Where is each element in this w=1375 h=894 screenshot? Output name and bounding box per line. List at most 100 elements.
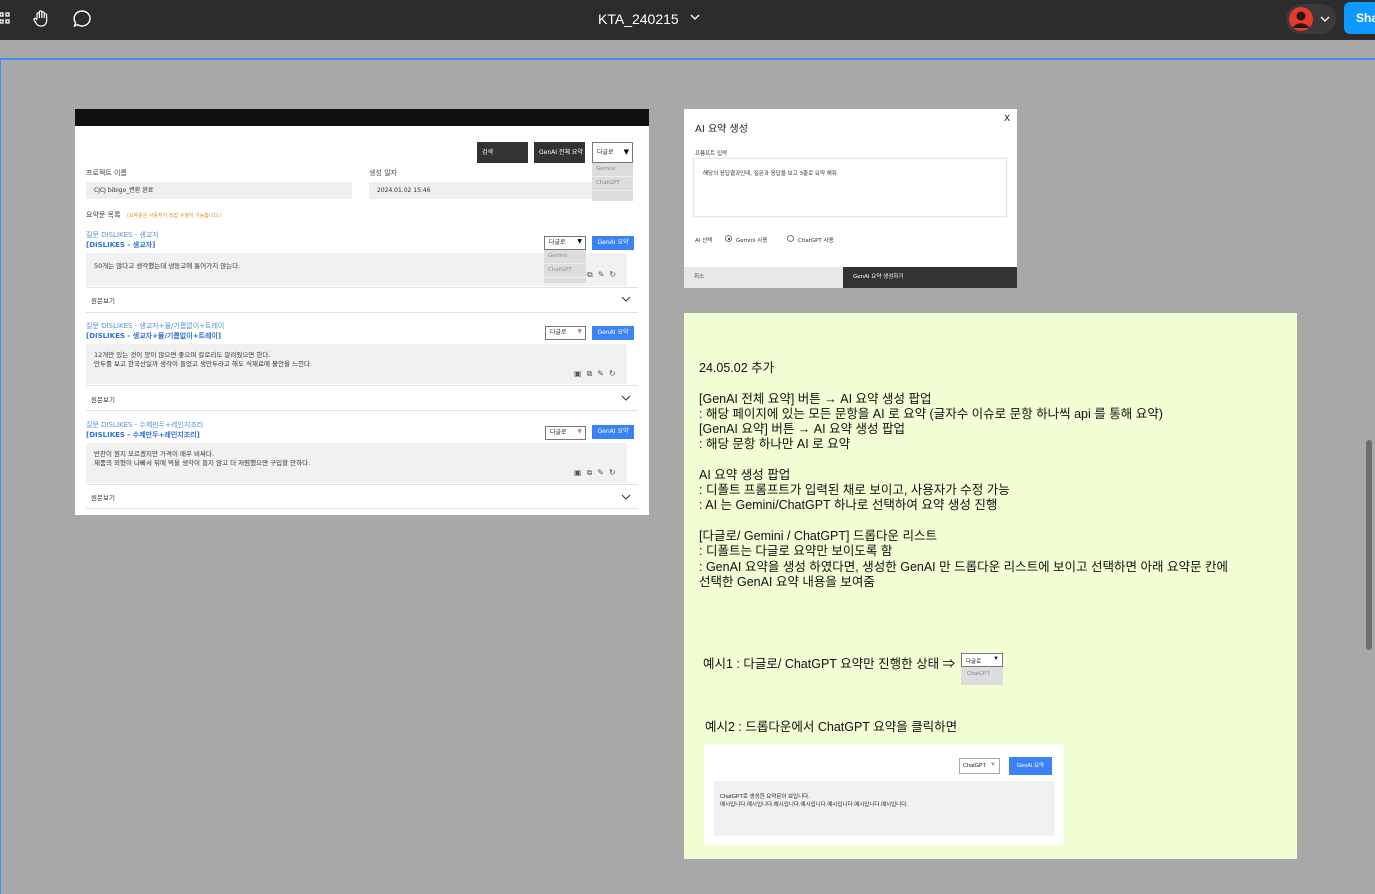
caret-down-icon: ▼ (577, 428, 582, 435)
share-button[interactable]: Sha (1344, 2, 1375, 34)
ai-summary-modal[interactable]: AI 요약 생성 X 프롬프트 입력 해당의 응답결과인데, 질문과 응답을 보… (684, 109, 1017, 288)
prompt-label: 프롬프트 입력 (695, 151, 728, 157)
example2-text: 예시2 : 드롭다운에서 ChatGPT 요약을 클릭하면 (705, 720, 958, 734)
summary-action-icons[interactable]: ▣⧉✎↻ (574, 468, 621, 478)
summary-text-box[interactable]: 반찬이 뭔지 모르겠지만 가격이 매우 비싸다. 제품의 외형이 나빠서 뒤에 … (86, 443, 627, 483)
gemini-radio[interactable] (725, 235, 732, 242)
view-original-label[interactable]: 원문보기 (91, 295, 115, 305)
summary-source-dropdown[interactable]: 다글로 ▼ (544, 236, 586, 250)
refresh-icon[interactable]: ↻ (609, 468, 621, 477)
note-line: 선택한 GenAI 요약 내용을 보여줌 (699, 575, 875, 589)
source-dropdown[interactable]: 다글로 ▼ (592, 142, 633, 163)
document-title[interactable]: KTA_240215 (598, 11, 679, 27)
summary-list-label: 요약문 목록 (86, 211, 121, 219)
chevron-down-icon (1320, 16, 1330, 22)
question-title[interactable]: 질문 DISLIKES - 생교자 (86, 230, 159, 240)
summary-edit-note: (요약문은 사용자가 직접 수정이 가능합니다.) (127, 213, 222, 219)
ai-select-label: AI 선택 (695, 238, 713, 244)
question-title[interactable]: 질문 DISLIKES - 수제만두+레인지조리 (86, 420, 203, 430)
close-icon[interactable]: X (1004, 114, 1010, 124)
divider (86, 312, 638, 313)
components-icon[interactable] (0, 11, 14, 27)
dropdown-option-gemini[interactable]: Gemini (592, 163, 633, 177)
example2-summary-box: ChatGPT로 생성한 요약문이 보입니다. 예시입니다.예시입니다.예시입니… (714, 781, 1055, 836)
cancel-button[interactable]: 취소 (684, 267, 843, 288)
dropdown-option-chatgpt[interactable]: ChatGPT (592, 177, 633, 191)
example1-dropdown-list[interactable]: ChatGPT (961, 667, 1003, 685)
summary-source-dropdown-list[interactable]: Gemini ChatGPT (544, 250, 586, 283)
question-tag: [DISLIKES - 수제만두+레인지조리] (86, 431, 200, 439)
divider (86, 410, 638, 411)
edit-icon[interactable]: ✎ (597, 369, 609, 378)
caret-down-icon: ▼ (577, 238, 582, 245)
genai-summary-button[interactable]: GenAI 요약 (592, 326, 634, 340)
project-name-label: 프로젝트 이름 (86, 169, 127, 177)
note-line: : AI 는 Gemini/ChatGPT 하나로 선택하여 요약 생성 진행 (699, 498, 998, 512)
caret-down-icon: ▼ (993, 656, 999, 662)
chevron-down-icon[interactable] (621, 296, 631, 302)
selection-outline-left (0, 58, 1, 894)
dropdown-option-chatgpt[interactable]: ChatGPT (544, 264, 586, 278)
frame-header-bar (75, 109, 649, 126)
summary-text-box[interactable]: 12개만 있는 것이 양이 많으면 좋으며 칼로리도 알려줬으면 한다. 만두를… (86, 344, 627, 384)
chevron-down-icon[interactable] (621, 494, 631, 500)
save-icon[interactable]: ▣ (574, 369, 587, 378)
generate-summary-button[interactable]: GenAI 요약 생성하기 (843, 267, 1017, 288)
view-original-label[interactable]: 원문보기 (91, 492, 115, 502)
gemini-option-label[interactable]: Gemini 사용 (736, 236, 767, 244)
created-date-field: 2024.01.02 15:46 (369, 182, 592, 199)
example2-genai-button[interactable]: GenAI 요약 (1009, 757, 1052, 775)
caret-down-icon: ▼ (623, 148, 629, 156)
summary-source-dropdown[interactable]: 다글로 ▼ (545, 426, 586, 440)
edit-icon[interactable]: ✎ (598, 270, 610, 279)
note-line: : 해당 문항 하나만 AI 로 요약 (699, 437, 851, 451)
chatgpt-radio[interactable] (787, 235, 794, 242)
genai-all-summary-button[interactable]: GenAI 전체 요약 (534, 142, 585, 163)
caret-down-icon: ▼ (990, 762, 996, 768)
question-title[interactable]: 질문 DISLIKES - 생교자+물/기름없이+트레이 (86, 321, 224, 331)
example2-preview: ChatGPT ▼ GenAI 요약 ChatGPT로 생성한 요약문이 보입니… (704, 744, 1064, 845)
genai-summary-button[interactable]: GenAI 요약 (592, 236, 634, 250)
source-dropdown-list[interactable]: Gemini ChatGPT (592, 163, 633, 201)
vertical-scrollbar[interactable] (1366, 440, 1372, 650)
summary-action-icons[interactable]: ▣⧉✎↻ (574, 369, 621, 379)
avatar (1289, 7, 1313, 31)
chevron-down-icon[interactable] (621, 395, 631, 401)
example2-dropdown[interactable]: ChatGPT ▼ (959, 758, 1000, 774)
modal-title: AI 요약 생성 (695, 124, 748, 135)
refresh-icon[interactable]: ↻ (609, 369, 621, 378)
chevron-down-icon[interactable] (690, 12, 700, 22)
summary-screen-frame[interactable]: 검색 GenAI 전체 요약 다글로 ▼ Gemini ChatGPT 프로젝트… (75, 109, 649, 515)
copy-icon[interactable]: ⧉ (587, 369, 598, 378)
divider (86, 385, 638, 386)
search-button[interactable]: 검색 (477, 142, 528, 163)
summary-action-icons[interactable]: ⧉✎↻ (587, 270, 621, 280)
copy-icon[interactable]: ⧉ (587, 270, 598, 279)
spec-note[interactable]: 24.05.02 추가 [GenAI 전체 요약] 버튼 → AI 요약 생성 … (684, 313, 1297, 859)
prompt-input[interactable]: 해당의 응답결과인데, 질문과 응답을 보고 3줄로 요약 해줘 (693, 158, 1007, 217)
user-menu[interactable] (1286, 4, 1336, 34)
chatgpt-option-label[interactable]: ChatGPT 사용 (798, 236, 834, 244)
question-tag: [DISLIKES - 생교자] (86, 241, 156, 249)
example1-dropdown[interactable]: 다글로 ▼ (961, 653, 1003, 667)
hand-tool-icon[interactable] (32, 9, 52, 29)
genai-summary-button[interactable]: GenAI 요약 (592, 425, 634, 439)
view-original-label[interactable]: 원문보기 (91, 394, 115, 404)
example1-text: 예시1 : 다글로/ ChatGPT 요약만 진행한 상태 ⇒ (703, 657, 956, 671)
project-name-field: CJCJ bibigo_변환 완료 (86, 182, 352, 199)
caret-down-icon: ▼ (577, 328, 582, 335)
divider (86, 508, 638, 509)
note-line: 24.05.02 추가 (699, 361, 775, 375)
refresh-icon[interactable]: ↻ (609, 270, 621, 279)
dropdown-option-gemini[interactable]: Gemini (544, 250, 586, 264)
edit-icon[interactable]: ✎ (597, 468, 609, 477)
comment-icon[interactable] (72, 9, 92, 29)
summary-source-dropdown[interactable]: 다글로 ▼ (545, 326, 586, 340)
save-icon[interactable]: ▣ (574, 468, 587, 477)
toolbar: KTA_240215 Sha (0, 0, 1375, 40)
created-date-label: 생성 일자 (369, 169, 397, 177)
divider (86, 287, 638, 288)
copy-icon[interactable]: ⧉ (587, 468, 598, 477)
question-tag: [DISLIKES - 생교자+물/기름없이+트레이] (86, 332, 222, 340)
divider (86, 484, 638, 485)
